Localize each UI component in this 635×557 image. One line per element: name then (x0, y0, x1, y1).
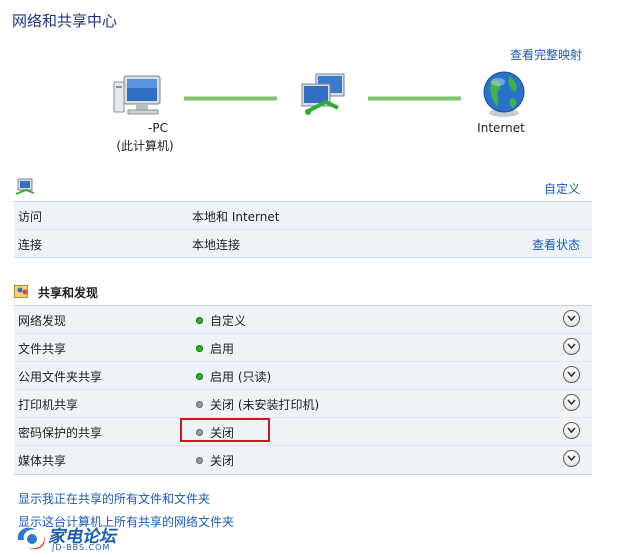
network-row-connection: 连接 本地连接 查看状态 (14, 230, 592, 257)
page-title: 网络和共享中心 (12, 12, 118, 30)
sharing-header: 共享和发现 (38, 286, 99, 300)
sharing-row-password-protected: 密码保护的共享 关闭 (14, 418, 592, 446)
internet-label: Internet (477, 121, 525, 135)
network-icon[interactable] (300, 72, 350, 118)
row-status: 启用 (196, 340, 234, 357)
forum-watermark-logo: 家电论坛 JD-BBS.COM (14, 522, 129, 554)
sharing-row-media: 媒体共享 关闭 (14, 446, 592, 473)
customize-link[interactable]: 自定义 (544, 180, 580, 197)
highlight-annotation-box (180, 418, 270, 442)
sharing-settings-box: 网络发现 自定义 文件共享 启用 公用文件夹共享 启用 (只读) 打印机共享 关… (14, 305, 592, 475)
view-full-map-link[interactable]: 查看完整映射 (510, 46, 582, 63)
computer-icon[interactable] (112, 72, 164, 118)
row-status: 关闭 (未安装打印机) (196, 396, 319, 413)
row-label: 连接 (18, 238, 43, 252)
status-on-icon (196, 373, 203, 380)
this-computer-caption: (此计算机) (116, 139, 174, 153)
status-off-icon (196, 401, 203, 408)
row-value: 本地连接 (192, 238, 241, 252)
sharing-icon (14, 283, 30, 299)
network-icon-small (14, 178, 36, 196)
show-shared-files-link[interactable]: 显示我正在共享的所有文件和文件夹 (18, 490, 210, 507)
row-value: 本地和 Internet (192, 210, 280, 224)
row-label: 文件共享 (18, 342, 67, 356)
row-label: 访问 (18, 210, 43, 224)
watermark-subtext: JD-BBS.COM (52, 543, 111, 552)
network-details-box: 访问 本地和 Internet 连接 本地连接 查看状态 (14, 201, 592, 258)
view-status-link[interactable]: 查看状态 (532, 236, 580, 253)
status-on-icon (196, 317, 203, 324)
expand-chevron-icon[interactable] (563, 450, 580, 467)
sharing-row-printer: 打印机共享 关闭 (未安装打印机) (14, 390, 592, 418)
internet-globe-icon[interactable] (481, 70, 527, 118)
status-off-icon (196, 457, 203, 464)
expand-chevron-icon[interactable] (563, 422, 580, 439)
row-label: 公用文件夹共享 (18, 370, 103, 384)
expand-chevron-icon[interactable] (563, 366, 580, 383)
expand-chevron-icon[interactable] (563, 338, 580, 355)
row-label: 密码保护的共享 (18, 426, 103, 440)
this-computer-name: -PC (148, 121, 168, 135)
sharing-row-public-folder: 公用文件夹共享 启用 (只读) (14, 362, 592, 390)
row-status: 关闭 (196, 452, 234, 469)
sharing-row-file-sharing: 文件共享 启用 (14, 334, 592, 362)
row-label: 网络发现 (18, 314, 67, 328)
status-on-icon (196, 345, 203, 352)
expand-chevron-icon[interactable] (563, 310, 580, 327)
row-label: 媒体共享 (18, 454, 67, 468)
sharing-row-network-discovery: 网络发现 自定义 (14, 306, 592, 334)
connection-line (184, 96, 277, 101)
expand-chevron-icon[interactable] (563, 394, 580, 411)
row-label: 打印机共享 (18, 398, 79, 412)
connection-line (368, 96, 461, 101)
network-row-access: 访问 本地和 Internet (14, 202, 592, 230)
row-status: 自定义 (196, 312, 246, 329)
row-status: 启用 (只读) (196, 368, 271, 385)
